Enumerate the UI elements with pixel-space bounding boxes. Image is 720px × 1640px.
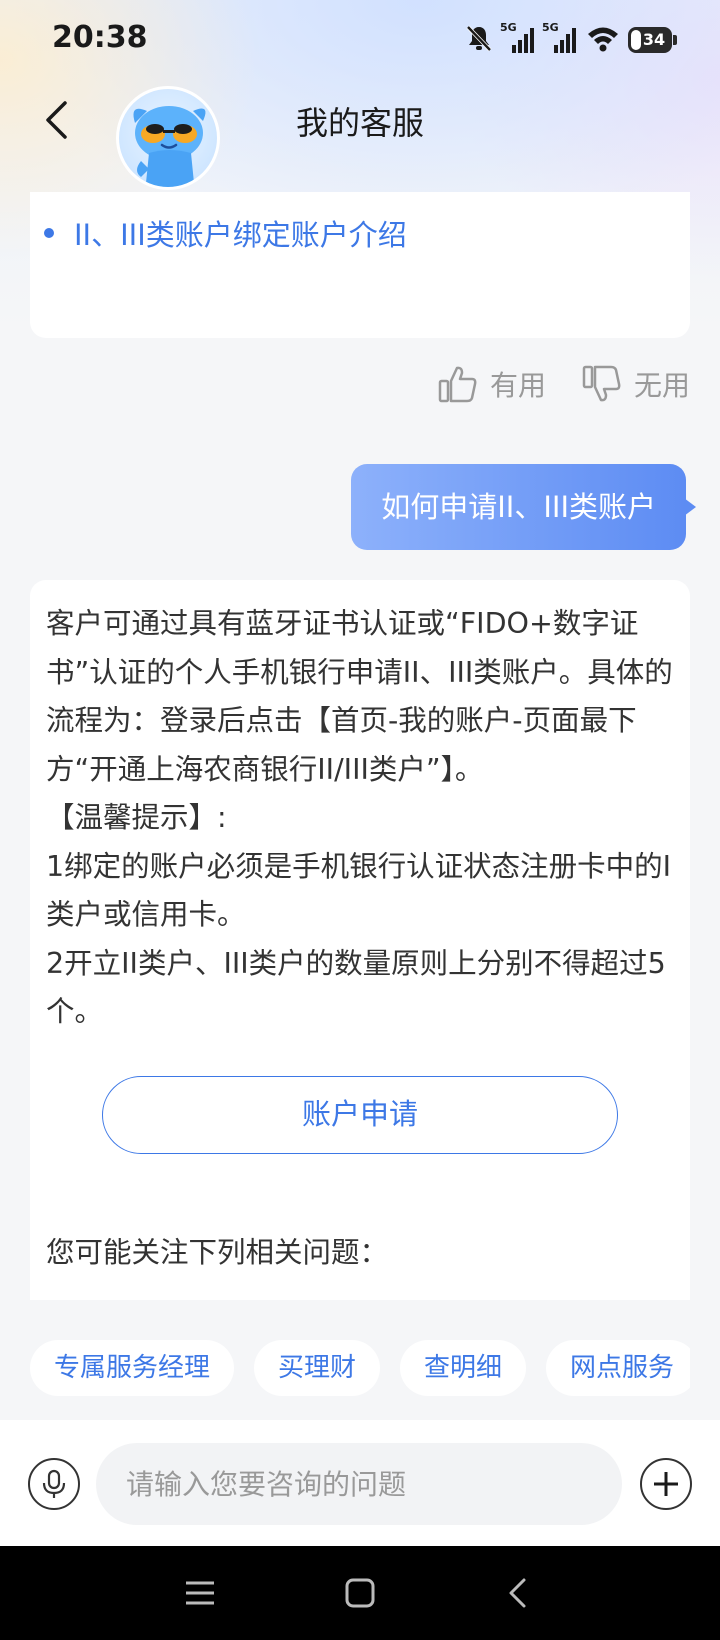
home-square-icon: [345, 1578, 375, 1608]
related-questions-label: 您可能关注下列相关问题：: [46, 1236, 389, 1269]
chip-check-details[interactable]: 查明细: [400, 1340, 527, 1396]
bullet-dot-icon: [44, 228, 54, 238]
related-link-item[interactable]: II、III类账户绑定账户介绍: [44, 212, 407, 254]
battery-icon: 34: [628, 27, 677, 53]
question-input[interactable]: [96, 1443, 622, 1525]
user-message-bubble: 如何申请II、III类账户: [351, 464, 696, 550]
chip-branch-service[interactable]: 网点服务: [546, 1340, 690, 1396]
status-icons: 5G 5G 34: [464, 21, 677, 58]
nav-home-button[interactable]: [335, 1568, 385, 1618]
cell-signal-icon-2: 5G: [542, 21, 578, 55]
answer-text: 客户可通过具有蓝牙证书认证或“FIDO+数字证书”认证的个人手机银行申请II、I…: [46, 607, 673, 1028]
menu-icon: [186, 1581, 214, 1605]
status-time: 20:38: [52, 20, 148, 55]
useful-label: 有用: [489, 369, 546, 402]
status-bar: 20:38 5G 5G 34: [0, 0, 720, 80]
microphone-icon: [42, 1469, 66, 1498]
account-apply-button[interactable]: 账户申请: [102, 1076, 618, 1154]
useless-button[interactable]: 无用: [582, 364, 690, 404]
quick-reply-chips: 专属服务经理 买理财 查明细 网点服务: [30, 1340, 690, 1396]
useless-label: 无用: [633, 369, 690, 402]
add-button[interactable]: [640, 1458, 692, 1510]
feedback-row: 有用 无用: [438, 364, 690, 404]
system-navigation-bar: [0, 1546, 720, 1640]
plus-icon: [654, 1472, 678, 1496]
thumbs-down-icon: [582, 365, 621, 402]
nav-menu-button[interactable]: [175, 1568, 225, 1618]
cell-signal-icon: 5G: [500, 21, 536, 55]
wifi-icon: [586, 23, 620, 57]
useful-button[interactable]: 有用: [438, 364, 546, 404]
voice-input-button[interactable]: [28, 1458, 80, 1510]
thumbs-up-icon: [438, 366, 477, 403]
page-title: 我的客服: [295, 104, 424, 142]
app-header: 我的客服: [0, 80, 720, 190]
chip-dedicated-manager[interactable]: 专属服务经理: [30, 1340, 235, 1396]
nav-back-button[interactable]: [493, 1568, 543, 1618]
input-bar: [0, 1420, 720, 1546]
bell-muted-icon: [464, 23, 494, 57]
answer-card: 客户可通过具有蓝牙证书认证或“FIDO+数字证书”认证的个人手机银行申请II、I…: [30, 580, 690, 1300]
previous-answer-card: II、III类账户绑定账户介绍: [30, 192, 690, 338]
back-arrow-icon: [509, 1578, 526, 1608]
related-link-label: II、III类账户绑定账户介绍: [74, 218, 407, 252]
chip-buy-wealth[interactable]: 买理财: [254, 1340, 381, 1396]
